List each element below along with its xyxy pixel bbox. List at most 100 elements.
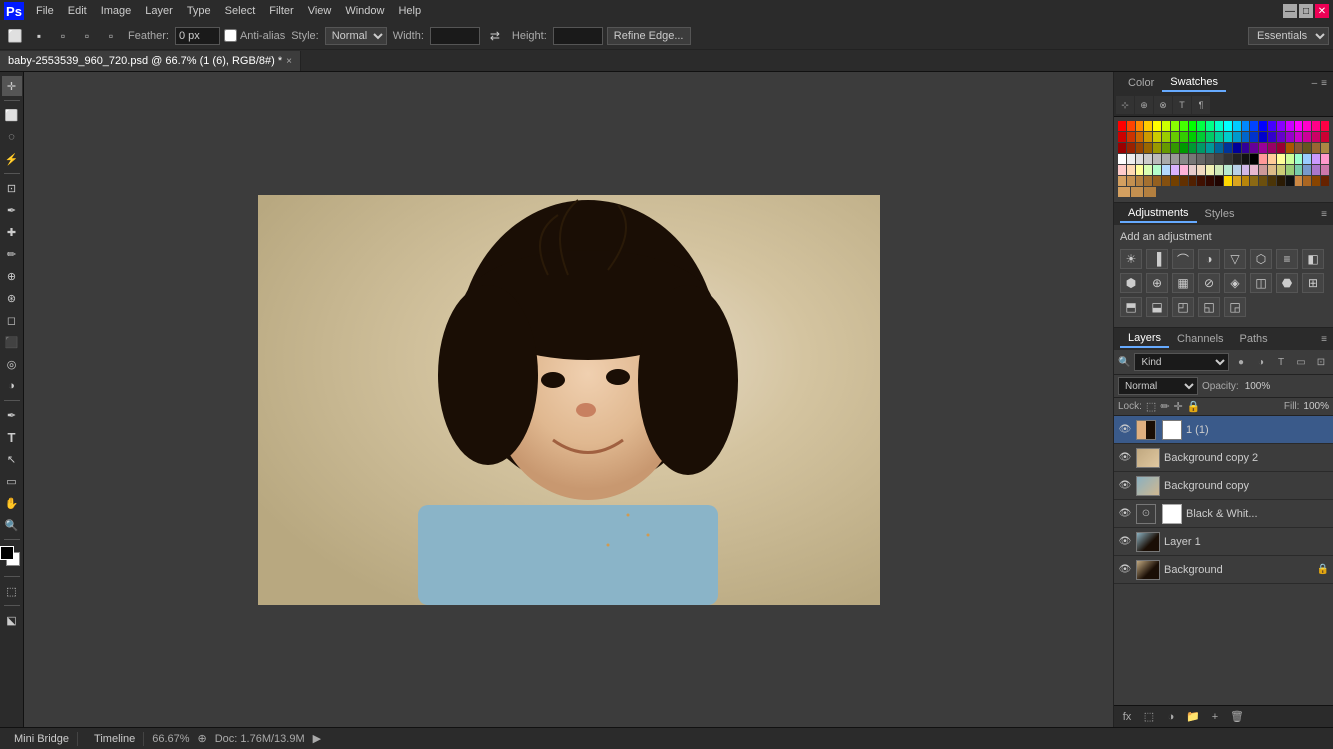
swatch[interactable] xyxy=(1233,176,1241,186)
adj-hsl-icon[interactable]: ⬡ xyxy=(1250,249,1272,269)
eyedropper-tool[interactable]: ✒ xyxy=(2,200,22,220)
swatch[interactable] xyxy=(1277,165,1285,175)
eraser-tool[interactable]: ◻ xyxy=(2,310,22,330)
screen-mode-tool[interactable]: ⬕ xyxy=(2,610,22,630)
gradient-tool[interactable]: ⬛ xyxy=(2,332,22,352)
swatch[interactable] xyxy=(1224,132,1232,142)
swatch[interactable] xyxy=(1312,176,1320,186)
swatch[interactable] xyxy=(1295,165,1303,175)
swatch[interactable] xyxy=(1118,154,1126,164)
lock-all-icon[interactable]: 🔒 xyxy=(1187,400,1201,413)
swatch[interactable] xyxy=(1321,143,1329,153)
swatch[interactable] xyxy=(1286,176,1294,186)
adj-vibrance-icon[interactable]: ▽ xyxy=(1224,249,1246,269)
layers-panel-menu-icon[interactable]: ≡ xyxy=(1321,334,1327,345)
panel-menu-icon[interactable]: ≡ xyxy=(1321,78,1327,89)
cs-tool-3[interactable]: ⊗ xyxy=(1154,96,1172,114)
swatch[interactable] xyxy=(1206,176,1214,186)
layer-row[interactable]: 👁 ⊙ Black & Whit... xyxy=(1114,500,1333,528)
swatch[interactable] xyxy=(1233,154,1241,164)
swatch[interactable] xyxy=(1312,121,1320,131)
swatch[interactable] xyxy=(1197,121,1205,131)
swatch[interactable] xyxy=(1127,154,1135,164)
swatch[interactable] xyxy=(1118,143,1126,153)
layer-visibility-icon[interactable]: 👁 xyxy=(1118,563,1132,577)
swatch[interactable] xyxy=(1136,143,1144,153)
swatch[interactable] xyxy=(1136,154,1144,164)
swatch[interactable] xyxy=(1153,143,1161,153)
swatch[interactable] xyxy=(1153,121,1161,131)
layer-row[interactable]: 👁 Background copy xyxy=(1114,472,1333,500)
marquee-rect-tool[interactable]: ⬜ xyxy=(2,105,22,125)
adj-clip3-icon[interactable]: ◰ xyxy=(1172,297,1194,317)
swatch[interactable] xyxy=(1321,132,1329,142)
swatch[interactable] xyxy=(1303,143,1311,153)
lasso-tool[interactable]: ◌ xyxy=(2,127,22,147)
adj-photofilter-icon[interactable]: ⬢ xyxy=(1120,273,1142,293)
menu-type[interactable]: Type xyxy=(181,3,217,19)
adj-channelmix-icon[interactable]: ⊕ xyxy=(1146,273,1168,293)
layer-filter-toggle-icon[interactable]: ⊡ xyxy=(1313,354,1329,370)
adj-gradientmap-icon[interactable]: ⬣ xyxy=(1276,273,1298,293)
swatch[interactable] xyxy=(1242,176,1250,186)
swatch[interactable] xyxy=(1197,176,1205,186)
swatch[interactable] xyxy=(1233,165,1241,175)
swatch[interactable] xyxy=(1286,132,1294,142)
swatch[interactable] xyxy=(1215,132,1223,142)
swatch[interactable] xyxy=(1277,176,1285,186)
swatch[interactable] xyxy=(1144,143,1152,153)
workspace-select[interactable]: Essentials xyxy=(1248,27,1329,45)
swatch[interactable] xyxy=(1259,154,1267,164)
swatch[interactable] xyxy=(1162,176,1170,186)
swatch[interactable] xyxy=(1312,132,1320,142)
swatch[interactable] xyxy=(1286,165,1294,175)
swatch[interactable] xyxy=(1286,154,1294,164)
swatch[interactable] xyxy=(1153,132,1161,142)
swatch[interactable] xyxy=(1127,165,1135,175)
swatch[interactable] xyxy=(1206,121,1214,131)
swatch[interactable] xyxy=(1303,154,1311,164)
move-tool[interactable]: ✛ xyxy=(2,76,22,96)
swatch[interactable] xyxy=(1118,176,1126,186)
swatch[interactable] xyxy=(1268,154,1276,164)
swatch[interactable] xyxy=(1162,132,1170,142)
swatch[interactable] xyxy=(1144,154,1152,164)
swatch[interactable] xyxy=(1206,165,1214,175)
marquee-options-2[interactable]: ▫ xyxy=(52,25,74,47)
swatch[interactable] xyxy=(1180,121,1188,131)
cs-tool-1[interactable]: ⊹ xyxy=(1116,96,1134,114)
layer-filter-type-icon[interactable]: T xyxy=(1273,354,1289,370)
adj-bw-icon[interactable]: ◧ xyxy=(1302,249,1324,269)
menu-select[interactable]: Select xyxy=(219,3,262,19)
swatch[interactable] xyxy=(1171,143,1179,153)
swatch[interactable] xyxy=(1259,165,1267,175)
swatch[interactable] xyxy=(1127,132,1135,142)
swatch[interactable] xyxy=(1286,143,1294,153)
menu-view[interactable]: View xyxy=(302,3,338,19)
quick-select-tool[interactable]: ⚡ xyxy=(2,149,22,169)
swatch[interactable] xyxy=(1215,154,1223,164)
swatch[interactable] xyxy=(1250,132,1258,142)
swatch[interactable] xyxy=(1180,176,1188,186)
swatch[interactable] xyxy=(1215,121,1223,131)
anti-alias-checkbox[interactable] xyxy=(224,29,237,42)
menu-layer[interactable]: Layer xyxy=(139,3,179,19)
swatch[interactable] xyxy=(1153,154,1161,164)
swatch[interactable] xyxy=(1144,176,1152,186)
swatch[interactable] xyxy=(1189,121,1197,131)
cs-tool-2[interactable]: ⊕ xyxy=(1135,96,1153,114)
swatch[interactable] xyxy=(1321,165,1329,175)
swatch[interactable] xyxy=(1242,165,1250,175)
swatch[interactable] xyxy=(1189,165,1197,175)
add-adjustment-icon[interactable]: ◑ xyxy=(1162,708,1180,726)
add-group-icon[interactable]: 📁 xyxy=(1184,708,1202,726)
swatch[interactable] xyxy=(1153,165,1161,175)
swatch[interactable] xyxy=(1224,176,1232,186)
swatch[interactable] xyxy=(1224,154,1232,164)
swatch[interactable] xyxy=(1131,187,1143,197)
blur-tool[interactable]: ◎ xyxy=(2,354,22,374)
swatch[interactable] xyxy=(1242,154,1250,164)
lock-position-icon[interactable]: ✛ xyxy=(1174,400,1183,413)
swatch[interactable] xyxy=(1242,143,1250,153)
swatch[interactable] xyxy=(1259,121,1267,131)
